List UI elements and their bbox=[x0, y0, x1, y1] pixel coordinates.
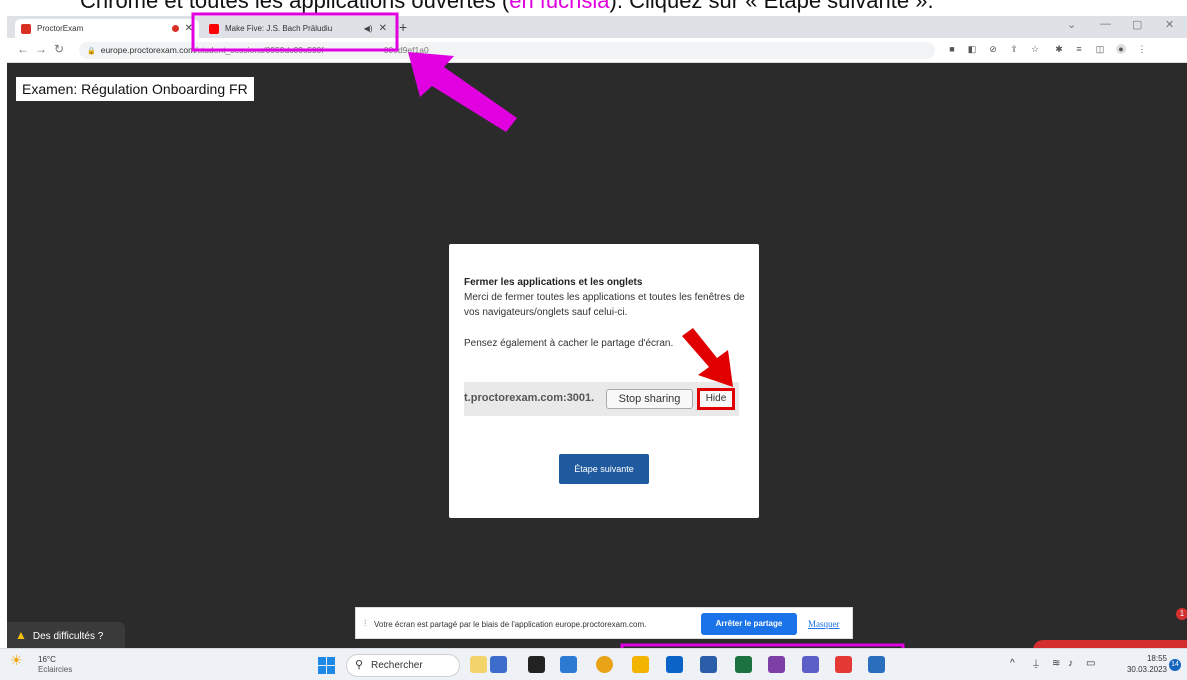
windows-taskbar: ☀ 16°C Eclaircies ⚲ Rechercher ^ ⍊ ≋ ♪ ▭ … bbox=[0, 648, 1187, 680]
url-domain: europe.proctorexam.com bbox=[100, 45, 196, 55]
close-apps-modal: Fermer les applications et les onglets M… bbox=[449, 244, 759, 518]
tab-youtube[interactable]: Make Five: J.S. Bach Präludiu ◀) ✕ bbox=[203, 19, 393, 38]
next-step-button[interactable]: Étape suivante bbox=[559, 454, 649, 484]
close-window-icon[interactable]: ✕ bbox=[1165, 18, 1174, 31]
new-tab-button[interactable]: + bbox=[399, 19, 407, 35]
translate-icon[interactable]: ◧ bbox=[967, 44, 977, 54]
help-button[interactable]: ▲ Des difficultés ? bbox=[7, 622, 125, 648]
tab-label: ProctorExam bbox=[37, 24, 84, 33]
share-icon[interactable]: ⇪ bbox=[1009, 44, 1019, 54]
support-badge: 1 bbox=[1176, 608, 1187, 620]
teams-icon[interactable] bbox=[802, 656, 819, 673]
browser-toolbar: ← → ↻ 🔒 europe.proctorexam.com/student_se… bbox=[7, 38, 1187, 63]
back-icon[interactable]: ← bbox=[17, 42, 29, 56]
onenote-icon[interactable] bbox=[768, 656, 785, 673]
exam-title: Examen: Régulation Onboarding FR bbox=[16, 77, 254, 101]
search-label: Rechercher bbox=[371, 660, 423, 671]
proctorexam-favicon-icon bbox=[21, 23, 31, 34]
screen-share-bar: t.proctorexam.com:3001. Stop sharing Hid… bbox=[464, 382, 739, 416]
hide-notice-link[interactable]: Masquer bbox=[808, 619, 840, 629]
reload-icon[interactable]: ↻ bbox=[54, 42, 64, 56]
close-tab-icon[interactable]: ✕ bbox=[379, 23, 387, 34]
search-icon: ⚲ bbox=[355, 659, 364, 671]
close-tab-icon[interactable]: ✕ bbox=[185, 23, 193, 34]
url-path: /student_sessions/0959dc39c599f bbox=[195, 45, 324, 55]
wifi-icon[interactable]: ≋ bbox=[1052, 658, 1060, 669]
bookmark-star-icon[interactable]: ☆ bbox=[1030, 44, 1040, 54]
eye-off-icon[interactable]: ⊘ bbox=[988, 44, 998, 54]
tab-proctorexam[interactable]: ProctorExam ✕ bbox=[15, 19, 199, 38]
battery-icon[interactable]: ▭ bbox=[1086, 658, 1095, 669]
taskbar-search[interactable]: ⚲ Rechercher bbox=[346, 654, 460, 677]
modal-share-hint: Pensez également à cacher le partage d'é… bbox=[464, 338, 674, 349]
microphone-icon[interactable]: ⍊ bbox=[1033, 658, 1039, 669]
widgets-icon[interactable] bbox=[470, 656, 487, 673]
red-s-app-icon[interactable] bbox=[835, 656, 852, 673]
maximize-icon[interactable]: ▢ bbox=[1132, 18, 1142, 31]
windows-start-icon[interactable] bbox=[318, 657, 335, 674]
url-tail: 00ed9ef1a0 bbox=[383, 45, 429, 55]
side-panel-icon[interactable]: ◫ bbox=[1095, 44, 1105, 54]
pen-app-icon[interactable] bbox=[490, 656, 507, 673]
modal-title: Fermer les applications et les onglets bbox=[464, 277, 643, 288]
stop-share-button[interactable]: Arrêter le partage bbox=[701, 613, 797, 635]
reading-list-icon[interactable]: ≡ bbox=[1074, 44, 1084, 54]
blue-s-app-icon[interactable] bbox=[868, 656, 885, 673]
recording-icon bbox=[171, 25, 179, 32]
modal-instructions: Merci de fermer toutes les applications … bbox=[464, 292, 745, 318]
weather-icon: ☀ bbox=[10, 652, 23, 668]
warning-icon: ▲ bbox=[15, 628, 27, 642]
tab-strip: ProctorExam ✕ Make Five: J.S. Bach Prälu… bbox=[7, 16, 1187, 38]
minimize-icon[interactable]: — bbox=[1100, 18, 1111, 30]
outlook-icon[interactable] bbox=[666, 656, 683, 673]
stop-sharing-button[interactable]: Stop sharing bbox=[606, 389, 693, 409]
hide-button[interactable]: Hide bbox=[697, 388, 735, 410]
clock-date: 30.03.2023 bbox=[1126, 665, 1167, 674]
caption-highlight: en fuchsia bbox=[509, 0, 610, 13]
browser-window: ProctorExam ✕ Make Five: J.S. Bach Prälu… bbox=[7, 16, 1187, 648]
weather-desc: Eclaircies bbox=[38, 665, 73, 674]
excel-icon[interactable] bbox=[735, 656, 752, 673]
notification-badge[interactable]: 14 bbox=[1169, 659, 1181, 671]
screen-share-notice: ⁞ Votre écran est partagé par le biais d… bbox=[355, 607, 853, 639]
caption-line: Chrome et toutes les applications ouvert… bbox=[80, 0, 934, 14]
drag-handle-icon[interactable]: ⁞ bbox=[364, 618, 367, 628]
extensions-icon[interactable]: ✱ bbox=[1054, 44, 1064, 54]
file-explorer-icon[interactable] bbox=[632, 656, 649, 673]
menu-icon[interactable]: ⋮ bbox=[1137, 44, 1147, 54]
caption-prefix: Chrome et toutes les applications ouvert… bbox=[80, 0, 510, 13]
terminal-icon[interactable] bbox=[528, 656, 545, 673]
tab-label: Make Five: J.S. Bach Präludiu bbox=[225, 24, 333, 33]
audio-playing-icon[interactable]: ◀) bbox=[364, 24, 373, 33]
share-notice-message: Votre écran est partagé par le biais de … bbox=[374, 620, 647, 629]
word-icon[interactable] bbox=[700, 656, 717, 673]
lock-icon: 🔒 bbox=[87, 48, 96, 55]
help-label: Des difficultés ? bbox=[32, 631, 104, 642]
clock-time: 18:55 bbox=[1146, 654, 1167, 663]
system-clock[interactable]: 18:55 30.03.2023 bbox=[1124, 653, 1167, 675]
caption-suffix: ). Cliquez sur « Étape suivante ». bbox=[609, 0, 934, 13]
camera-icon[interactable]: ■ bbox=[947, 44, 957, 54]
chrome-icon[interactable] bbox=[596, 656, 613, 673]
chevron-down-icon[interactable]: ⌄ bbox=[1067, 18, 1076, 31]
address-bar[interactable]: 🔒 europe.proctorexam.com/student_sessions… bbox=[79, 42, 935, 59]
share-url: t.proctorexam.com:3001. bbox=[464, 392, 595, 404]
forward-icon[interactable]: → bbox=[35, 42, 47, 56]
screenshot: Chrome et toutes les applications ouvert… bbox=[0, 0, 1187, 680]
profile-icon[interactable]: ● bbox=[1116, 44, 1126, 54]
remote-desktop-icon[interactable] bbox=[560, 656, 577, 673]
tray-chevron-up-icon[interactable]: ^ bbox=[1010, 658, 1015, 669]
volume-icon[interactable]: ♪ bbox=[1068, 658, 1073, 669]
youtube-favicon-icon bbox=[209, 23, 219, 34]
